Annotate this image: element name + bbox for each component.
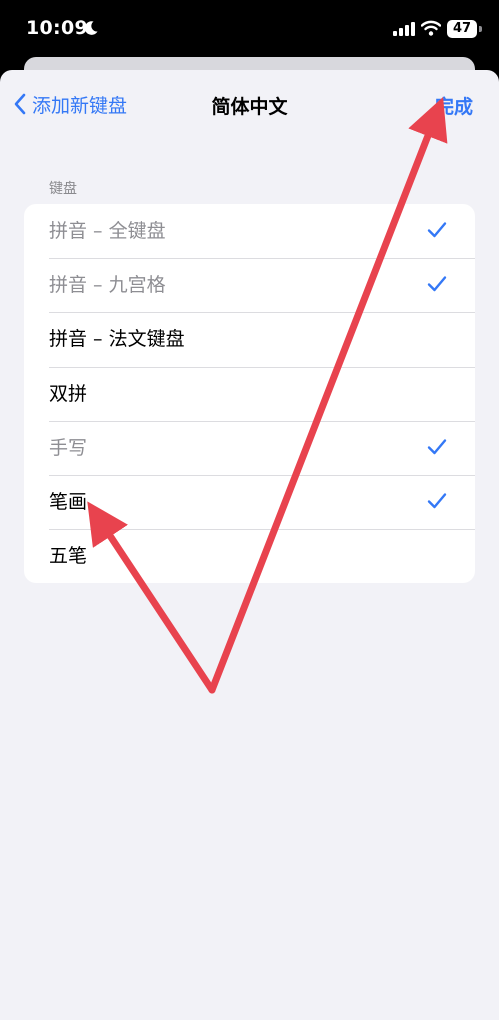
done-button[interactable]: 完成 <box>435 92 473 119</box>
moon-icon <box>84 21 98 35</box>
keyboard-label: 拼音 – 法文键盘 <box>49 328 185 351</box>
keyboard-list: 拼音 – 全键盘 拼音 – 九宫格 拼音 – 法文键盘 双拼 手写 笔画 五笔 <box>24 204 475 584</box>
checkmark-icon <box>427 276 447 292</box>
keyboard-row-pinyin-9key[interactable]: 拼音 – 九宫格 <box>24 258 475 312</box>
checkmark-icon <box>427 222 447 238</box>
keyboard-row-pinyin-french[interactable]: 拼音 – 法文键盘 <box>24 312 475 366</box>
keyboard-label: 双拼 <box>49 382 88 405</box>
keyboard-label: 五笔 <box>49 545 88 568</box>
battery-icon: 47 <box>447 20 477 38</box>
keyboard-row-wubi[interactable]: 五笔 <box>24 529 475 583</box>
navigation-bar: 添加新键盘 简体中文 完成 <box>0 70 499 136</box>
status-bar: 10:09 47 <box>0 0 499 60</box>
battery-cap <box>479 26 482 32</box>
keyboard-label: 拼音 – 全键盘 <box>49 220 166 242</box>
cellular-signal-icon <box>393 22 415 36</box>
page-title: 简体中文 <box>211 96 288 118</box>
checkmark-icon <box>427 493 447 509</box>
keyboard-label: 笔画 <box>49 490 88 513</box>
wifi-icon <box>421 20 441 36</box>
status-time: 10:09 <box>26 17 88 39</box>
keyboard-row-shuangpin[interactable]: 双拼 <box>24 366 475 421</box>
battery-level: 47 <box>452 21 472 36</box>
keyboard-label: 手写 <box>49 436 88 459</box>
keyboard-label: 拼音 – 九宫格 <box>49 274 166 297</box>
checkmark-icon <box>427 439 447 454</box>
keyboard-row-handwriting[interactable]: 手写 <box>24 420 475 475</box>
keyboard-row-pinyin-full[interactable]: 拼音 – 全键盘 <box>24 204 475 258</box>
keyboard-row-stroke[interactable]: 笔画 <box>24 474 475 529</box>
section-header: 键盘 <box>49 181 77 197</box>
settings-sheet: 添加新键盘 简体中文 完成 键盘 拼音 – 全键盘 拼音 – 九宫格 拼音 – … <box>0 70 499 1020</box>
